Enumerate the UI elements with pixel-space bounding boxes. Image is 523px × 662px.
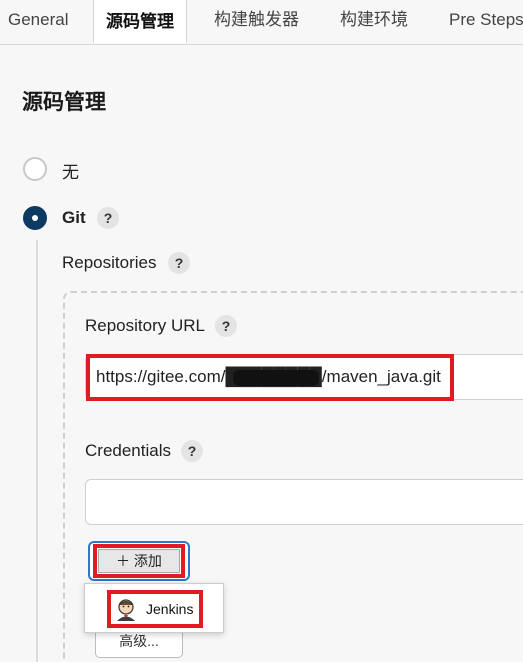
tab-source-code-management[interactable]: 源码管理 <box>93 0 187 43</box>
radio-git-label: Git <box>62 208 86 227</box>
repositories-help-icon[interactable]: ? <box>168 252 190 274</box>
git-help-icon[interactable]: ? <box>97 207 119 229</box>
radio-none-label: 无 <box>62 163 79 182</box>
repository-url-help-icon[interactable]: ? <box>215 315 237 337</box>
highlight-box-add <box>93 544 185 578</box>
radio-git[interactable] <box>23 206 47 230</box>
highlight-box-url <box>86 354 454 401</box>
tab-build-triggers[interactable]: 构建触发器 <box>214 0 299 40</box>
section-title: 源码管理 <box>22 91 106 114</box>
repository-url-label: Repository URL <box>85 316 205 335</box>
nested-indent-line <box>36 240 38 662</box>
tab-general[interactable]: General <box>8 0 68 40</box>
tab-bar: General 源码管理 构建触发器 构建环境 Pre Steps <box>0 0 523 45</box>
tab-pre-steps[interactable]: Pre Steps <box>449 0 523 40</box>
credentials-help-icon[interactable]: ? <box>181 440 203 462</box>
credentials-label: Credentials <box>85 441 171 460</box>
credentials-select[interactable] <box>85 479 523 525</box>
repositories-label: Repositories <box>62 253 157 272</box>
radio-none[interactable] <box>23 157 47 181</box>
highlight-box-jenkins <box>107 590 203 628</box>
tab-build-environment[interactable]: 构建环境 <box>340 0 408 40</box>
page: General 源码管理 构建触发器 构建环境 Pre Steps 源码管理 无… <box>0 0 523 662</box>
